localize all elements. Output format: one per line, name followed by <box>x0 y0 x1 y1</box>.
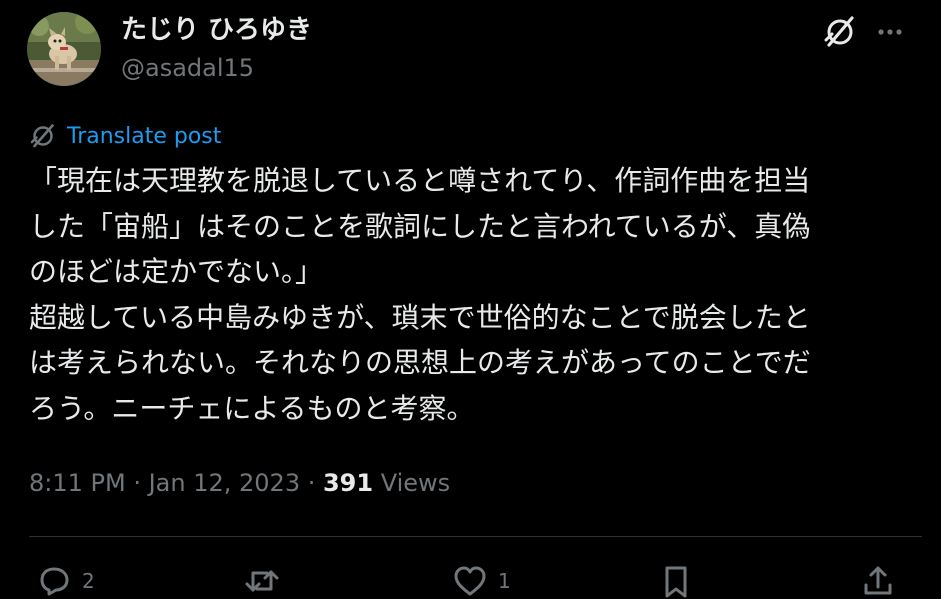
meta-separator: · <box>300 469 323 497</box>
share-icon <box>864 566 892 595</box>
post: たじり ひろゆき @asadal15 Translate post 「現在は天理… <box>0 0 941 599</box>
avatar[interactable] <box>27 12 101 86</box>
like-count: 1 <box>498 569 511 593</box>
retweet-icon <box>245 570 279 592</box>
user-handle[interactable]: @asadal15 <box>121 53 254 83</box>
like-button[interactable]: 1 <box>450 560 511 599</box>
views-link[interactable]: 391 Views <box>323 469 450 497</box>
retweet-button[interactable] <box>242 560 282 599</box>
bookmark-button[interactable] <box>656 560 696 599</box>
views-label: Views <box>373 469 451 497</box>
views-count: 391 <box>322 469 374 497</box>
translate-post[interactable]: Translate post <box>29 120 221 152</box>
translate-link[interactable]: Translate post <box>67 124 221 149</box>
post-time[interactable]: 8:11 PM <box>29 469 126 497</box>
reply-icon <box>40 567 69 596</box>
more-icon[interactable] <box>872 14 908 50</box>
reply-button[interactable]: 2 <box>34 560 95 599</box>
reply-count: 2 <box>82 569 95 593</box>
post-date[interactable]: Jan 12, 2023 <box>149 469 301 497</box>
post-text: 「現在は天理教を脱退していると噂されてり、作詞作曲を担当 した「宙船」はそのこと… <box>29 164 811 425</box>
post-meta: 8:11 PM · Jan 12, 2023 · 391 Views <box>29 466 450 500</box>
translate-grok-icon <box>30 124 54 148</box>
share-button[interactable] <box>858 560 898 599</box>
meta-separator: · <box>125 469 149 497</box>
bookmark-icon <box>665 566 687 598</box>
grok-icon[interactable] <box>822 14 858 50</box>
avatar-image <box>27 12 101 86</box>
divider <box>29 536 922 537</box>
heart-icon <box>454 566 486 596</box>
display-name[interactable]: たじり ひろゆき <box>121 14 312 46</box>
